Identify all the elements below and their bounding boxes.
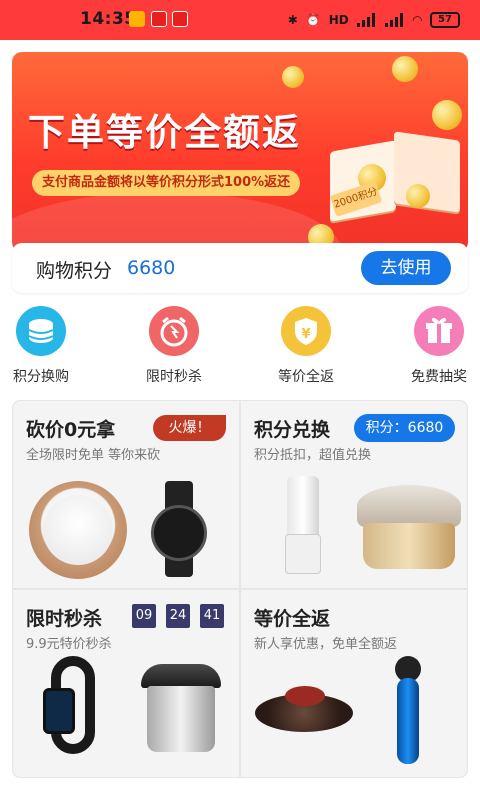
promo-grid: 砍价0元拿 全场限时免单 等你来砍 火爆！ 积分兑换 积分抵扣，超值兑换 积分：… (12, 400, 468, 778)
status-icons: ✱ ⏰ HD ◠ 57 (288, 10, 460, 30)
card-title: 等价全返 (254, 608, 331, 630)
hot-badge: 火爆！ (153, 415, 226, 441)
yen-shield-icon: ¥ (281, 306, 331, 356)
card-title: 限时秒杀 (26, 608, 103, 630)
status-bar: 14:35 ✱ ⏰ HD ◠ 57 (0, 0, 480, 40)
product-image (391, 656, 425, 766)
notification-app-icon (172, 11, 188, 27)
entry-equal-return[interactable]: ¥ 等价全返 (256, 306, 356, 386)
product-image (41, 656, 103, 754)
points-label: 购物积分 (36, 260, 113, 282)
entry-label: 限时秒杀 (146, 369, 202, 385)
points-value: 6680 (127, 257, 176, 279)
banner-subtitle: 支付商品金额将以等价积分形式100%返还 (32, 170, 301, 196)
entry-label: 积分换购 (13, 369, 69, 385)
countdown-hours: 09 (132, 604, 156, 628)
battery-level: 57 (438, 14, 452, 25)
bluetooth-icon: ✱ (287, 13, 298, 27)
svg-text:¥: ¥ (301, 327, 310, 342)
coin-stack-icon (16, 306, 66, 356)
card-title: 积分兑换 (254, 419, 331, 441)
coin-icon (282, 66, 304, 88)
app-screen: 14:35 ✱ ⏰ HD ◠ 57 下单等价全额返 支付商品金额将以等价积分形式… (0, 0, 480, 800)
battery-icon: 57 (430, 12, 460, 28)
product-image (137, 656, 225, 756)
signal-icon (384, 13, 405, 27)
countdown-seconds: 41 (200, 604, 224, 628)
card-title: 砍价0元拿 (26, 419, 116, 441)
points-bar: 购物积分 6680 去使用 (12, 243, 468, 293)
card-bargain[interactable]: 砍价0元拿 全场限时免单 等你来砍 火爆！ (13, 401, 239, 588)
product-image (357, 485, 461, 569)
entry-points-exchange[interactable]: 积分换购 (0, 306, 91, 386)
card-subtitle: 9.9元特价秒杀 (26, 637, 112, 652)
gift-icon (414, 306, 464, 356)
network-type-label: HD (328, 13, 349, 27)
product-image (29, 481, 127, 579)
promo-banner[interactable]: 下单等价全额返 支付商品金额将以等价积分形式100%返还 2000积分 (12, 52, 468, 252)
quick-entry-row: 积分换购 限时秒杀 ¥ 等价全返 免费抽奖 (0, 306, 480, 392)
entry-flash-sale[interactable]: 限时秒杀 (124, 306, 224, 386)
card-subtitle: 新人享优惠，免单全额返 (254, 637, 398, 652)
coin-icon (392, 56, 418, 82)
notification-app-icon (129, 11, 145, 27)
entry-label: 等价全返 (278, 369, 334, 385)
points-badge: 积分：6680 (354, 414, 455, 442)
product-image (285, 476, 321, 574)
alarm-clock-icon (149, 306, 199, 356)
wifi-icon: ◠ (412, 13, 422, 27)
card-points-exchange[interactable]: 积分兑换 积分抵扣，超值兑换 积分：6680 (241, 401, 467, 588)
card-subtitle: 积分抵扣，超值兑换 (254, 448, 372, 463)
card-equal-return[interactable]: 等价全返 新人享优惠，免单全额返 (241, 590, 467, 777)
alarm-icon: ⏰ (305, 13, 321, 27)
entry-label: 免费抽奖 (411, 369, 467, 385)
countdown-minutes: 24 (166, 604, 190, 628)
card-subtitle: 全场限时免单 等你来砍 (26, 448, 161, 463)
product-image (151, 481, 207, 577)
entry-free-lottery[interactable]: 免费抽奖 (389, 306, 480, 386)
notification-app-icon (151, 11, 167, 27)
product-image (255, 682, 353, 742)
signal-icon (356, 13, 377, 27)
use-points-button[interactable]: 去使用 (361, 251, 451, 285)
banner-title: 下单等价全额返 (28, 111, 301, 154)
